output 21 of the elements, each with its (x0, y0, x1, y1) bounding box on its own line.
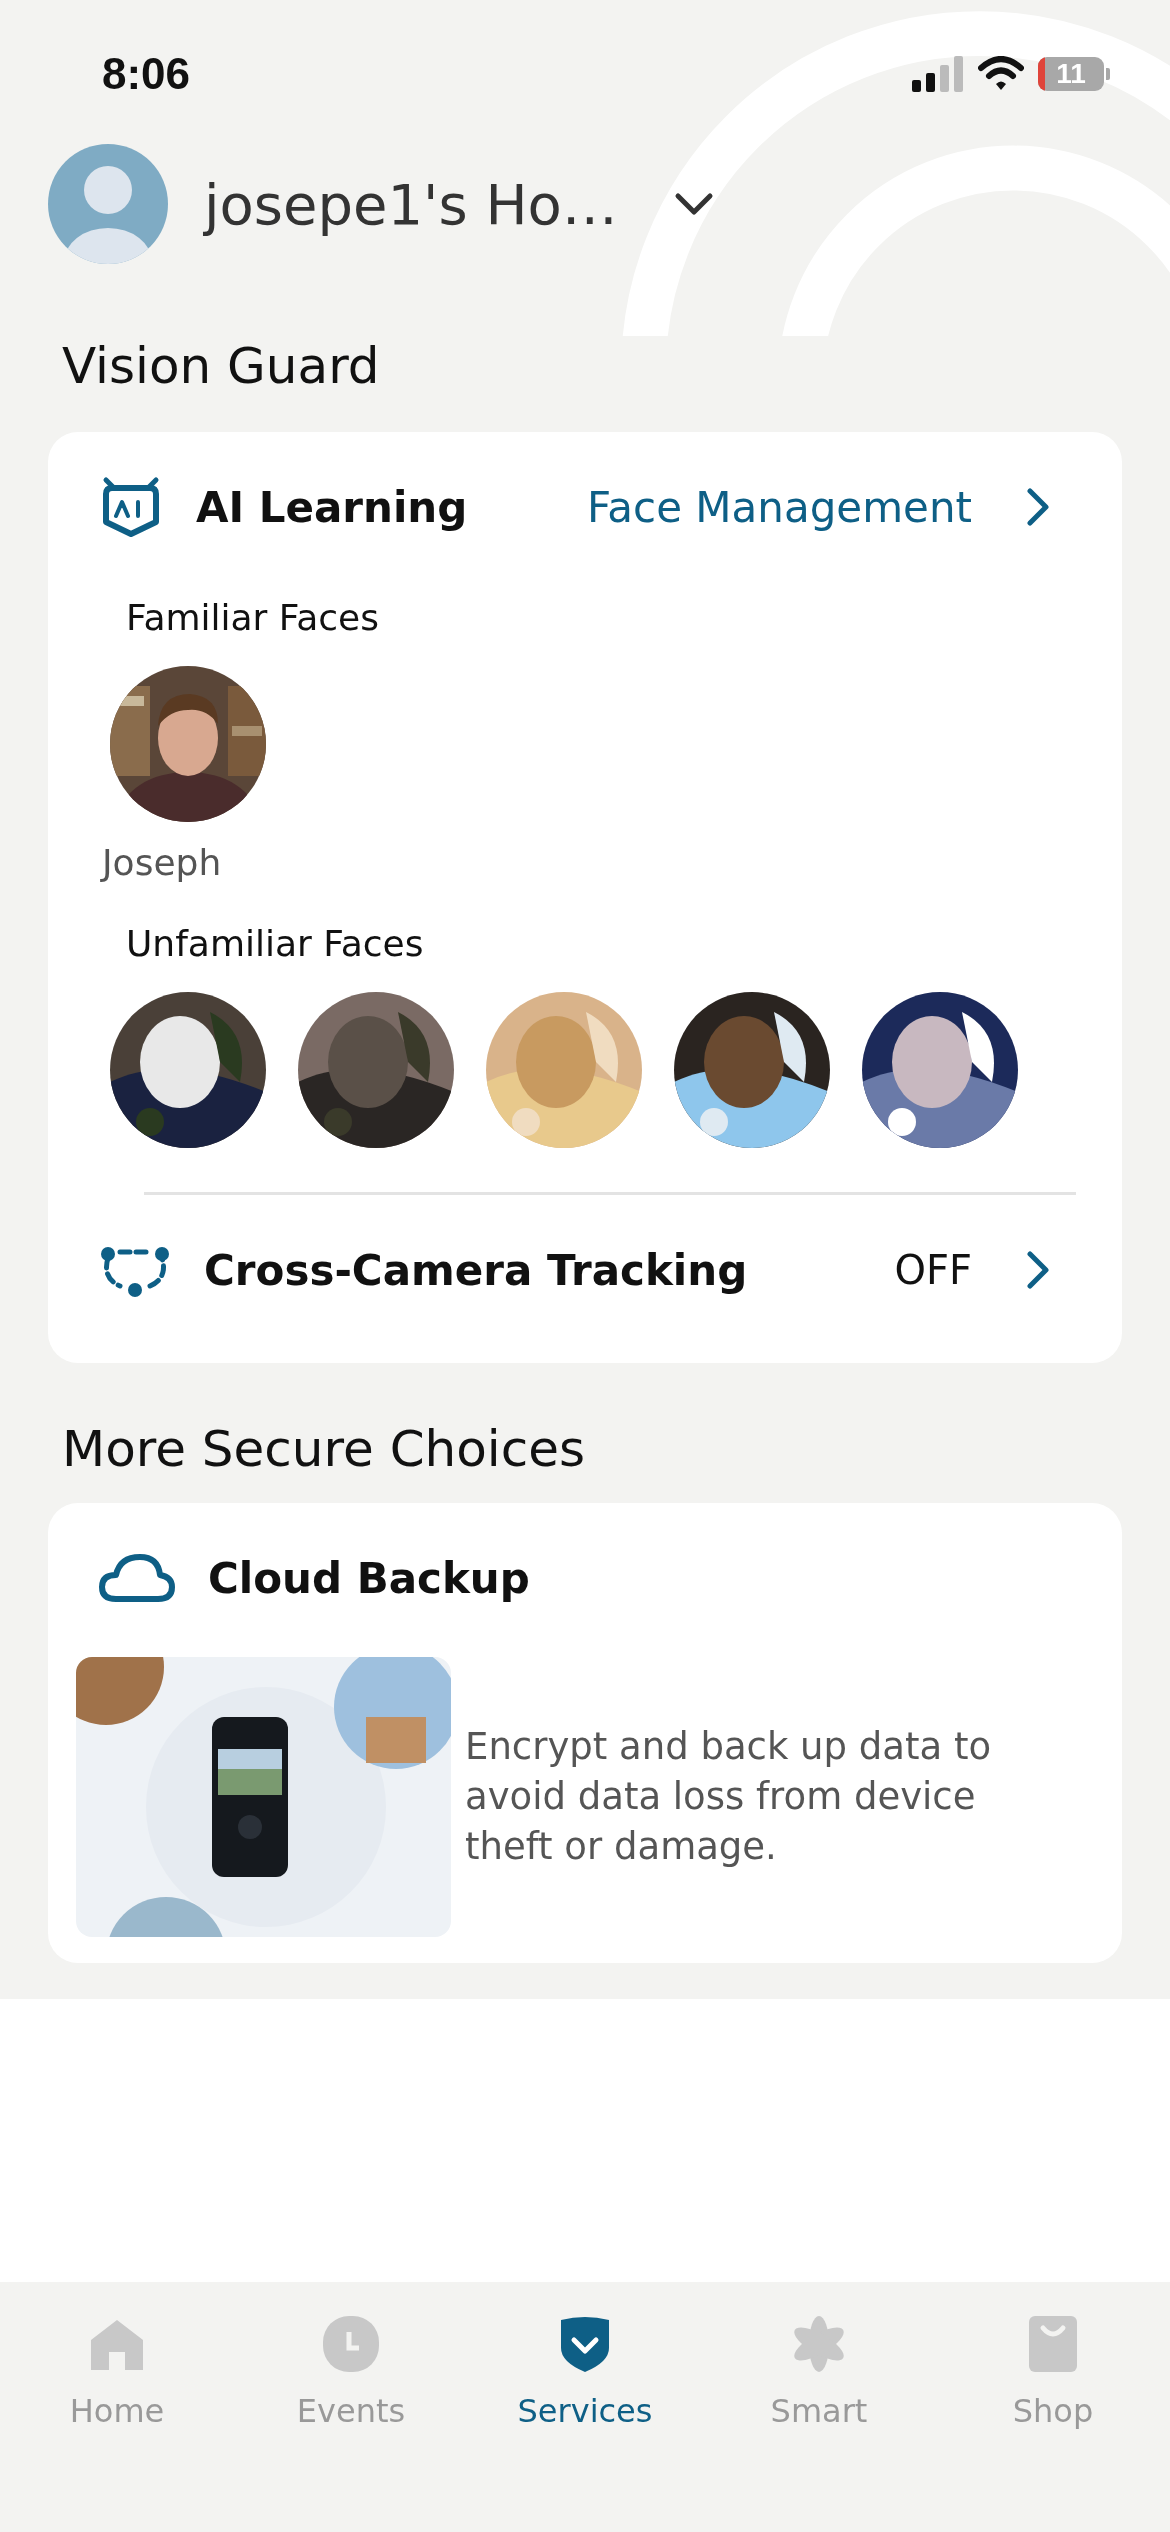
face-management-link[interactable]: Face Management (587, 482, 972, 532)
unfamiliar-faces-label: Unfamiliar Faces (125, 922, 425, 964)
face-name: Joseph (102, 841, 222, 883)
wifi-icon (978, 56, 1024, 92)
cloud-backup-card[interactable]: Cloud Backup Encrypt and back up data to avoid data loss from device theft or damage. (48, 1503, 1122, 1963)
cloud-backup-title: Cloud Backup (208, 1553, 531, 1603)
chevron-right-icon[interactable] (1024, 487, 1052, 527)
familiar-faces-label: Familiar Faces (125, 596, 380, 638)
cloud-icon (98, 1553, 176, 1603)
section-title: More Secure Choices (61, 1419, 587, 1480)
status-time: 8:06 (102, 49, 191, 99)
signal-icon (912, 56, 964, 92)
tracking-status: OFF (894, 1247, 972, 1293)
chevron-down-icon[interactable] (673, 192, 714, 216)
ai-learning-title: AI Learning (196, 482, 469, 532)
tab[interactable]: Services (468, 2312, 702, 2532)
chevron-right-icon[interactable] (1024, 1250, 1052, 1290)
cross-camera-tracking-title[interactable]: Cross-Camera Tracking (204, 1245, 863, 1295)
home-selector[interactable]: josepe1's Ho… (204, 171, 618, 237)
cloud-backup-description: Encrypt and back up data to avoid data loss from device theft or damage. (465, 1724, 993, 1870)
section-title: Vision Guard (61, 336, 381, 397)
